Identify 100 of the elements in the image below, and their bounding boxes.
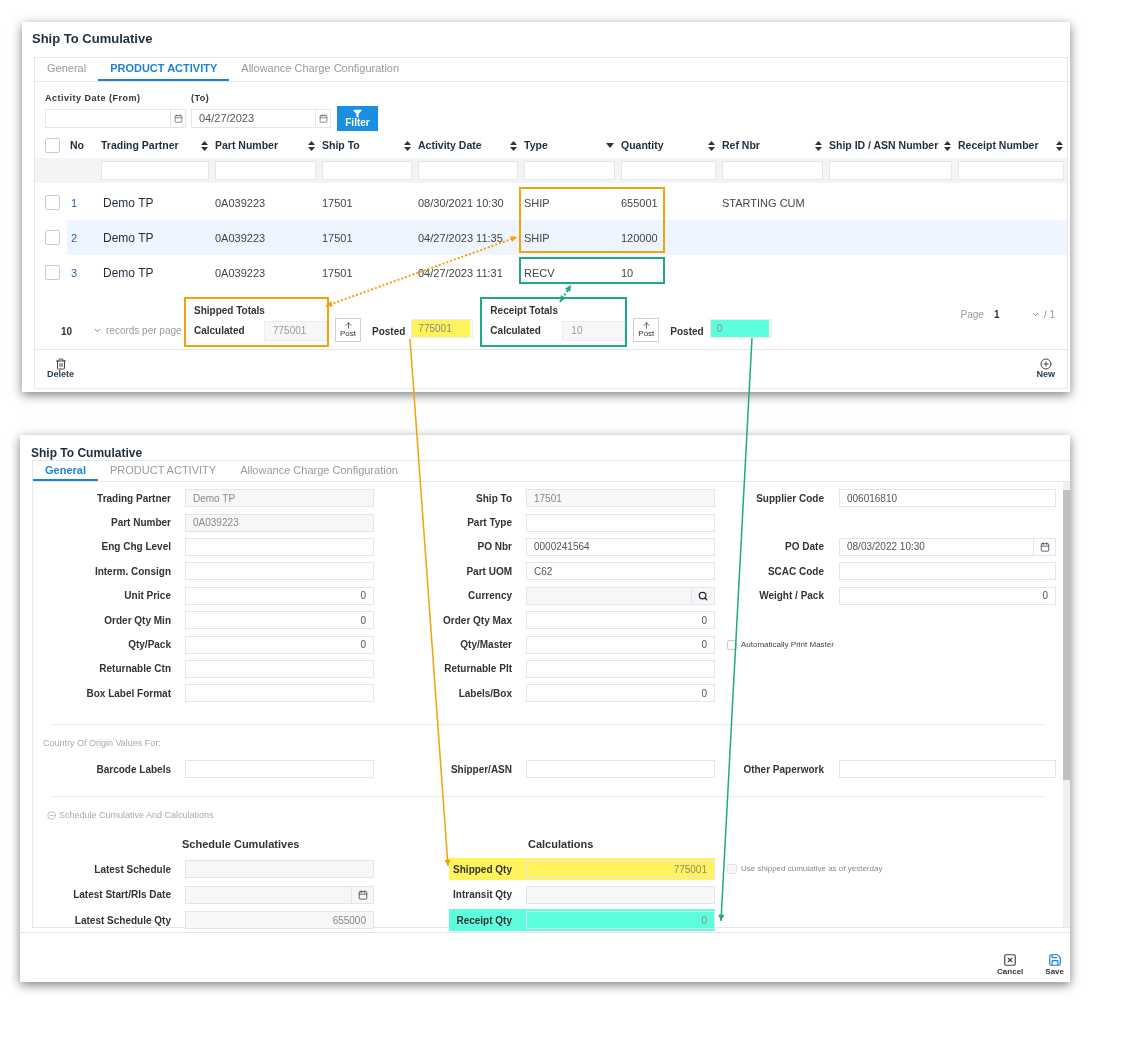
calculated-field: 10 bbox=[562, 320, 626, 341]
column-filter-field[interactable] bbox=[722, 160, 823, 180]
table-row[interactable]: 2 Demo TP 0A039223 17501 04/27/2023 11:35 SHIP 120000 bbox=[67, 219, 1067, 255]
column-filter-field[interactable] bbox=[322, 160, 412, 180]
page-size-label: records per page bbox=[106, 323, 183, 338]
caret-icon[interactable] bbox=[606, 143, 614, 148]
save-button[interactable]: Save bbox=[1045, 953, 1064, 976]
text-field[interactable]: 0 bbox=[526, 635, 715, 654]
text-field[interactable]: 0 bbox=[185, 586, 374, 605]
page-total: / 1 bbox=[1043, 307, 1055, 322]
calendar-icon[interactable] bbox=[318, 113, 328, 123]
column-header: Receipt Number bbox=[958, 137, 1039, 153]
table-cell-text: Demo TP bbox=[102, 196, 154, 210]
column-header: Ship ID / ASN Number bbox=[829, 137, 939, 153]
text-field[interactable] bbox=[185, 860, 374, 879]
field-label: Order Qty Max bbox=[442, 613, 512, 628]
checkbox[interactable] bbox=[727, 639, 737, 650]
sort-icon[interactable] bbox=[1056, 140, 1063, 151]
page-select[interactable]: 1 bbox=[993, 306, 1040, 322]
text-field[interactable]: 0 bbox=[526, 611, 715, 630]
cancel-icon bbox=[1003, 953, 1018, 967]
field-label: Eng Chg Level bbox=[100, 540, 171, 555]
checkbox[interactable] bbox=[45, 138, 60, 153]
calendar-icon[interactable] bbox=[1039, 541, 1050, 552]
text-field[interactable] bbox=[185, 659, 374, 678]
date-field[interactable]: 08/03/2022 10:30 bbox=[839, 537, 1056, 556]
text-field[interactable] bbox=[526, 760, 715, 778]
search-icon[interactable] bbox=[698, 590, 708, 601]
text-field[interactable]: 0 bbox=[185, 611, 374, 630]
sort-icon[interactable] bbox=[201, 140, 208, 151]
sort-icon[interactable] bbox=[708, 140, 715, 151]
text-field[interactable]: 0A039223 bbox=[185, 513, 374, 532]
text-field[interactable] bbox=[526, 513, 715, 532]
page-size-select[interactable]: 10 bbox=[61, 323, 93, 339]
lookup-field[interactable] bbox=[526, 586, 715, 605]
text-field[interactable]: 0 bbox=[526, 684, 715, 703]
text-field[interactable] bbox=[185, 562, 374, 581]
column-header: Trading Partner bbox=[101, 137, 179, 153]
checkbox[interactable] bbox=[45, 264, 60, 280]
post-button[interactable]: Post bbox=[335, 317, 361, 342]
field-label: Returnable Plt bbox=[443, 662, 512, 677]
text-field[interactable]: 0 bbox=[185, 635, 374, 654]
column-filter-field[interactable] bbox=[418, 160, 518, 180]
checkbox-label: Use shipped cumulative as of yesterday bbox=[741, 863, 883, 876]
text-field[interactable]: 17501 bbox=[526, 489, 715, 508]
text-field[interactable] bbox=[185, 684, 374, 703]
scrollbar[interactable] bbox=[1063, 482, 1070, 927]
arrow-up-icon bbox=[641, 321, 651, 330]
cancel-button[interactable]: Cancel bbox=[997, 953, 1024, 976]
date-field[interactable]: 04/27/2023 bbox=[191, 108, 331, 128]
text-field[interactable] bbox=[839, 760, 1056, 778]
text-field[interactable] bbox=[185, 760, 374, 778]
column-filter-field[interactable] bbox=[621, 160, 716, 180]
tab[interactable]: PRODUCT ACTIVITY bbox=[98, 58, 230, 81]
tab[interactable]: General bbox=[33, 461, 98, 481]
sort-icon[interactable] bbox=[510, 140, 517, 151]
column-filter-field[interactable] bbox=[524, 160, 615, 180]
table-cell: STARTING CUM bbox=[722, 197, 805, 209]
field-label: PO Date bbox=[784, 540, 824, 555]
text-field[interactable]: 0 bbox=[839, 586, 1056, 605]
date-field[interactable] bbox=[185, 885, 374, 904]
text-field[interactable]: 006016810 bbox=[839, 489, 1056, 508]
table-cell: RECV bbox=[524, 267, 555, 279]
field-label: Labels/Box bbox=[457, 686, 512, 701]
column-filter-field[interactable] bbox=[215, 160, 316, 180]
sort-icon[interactable] bbox=[944, 140, 951, 151]
date-field[interactable] bbox=[45, 108, 186, 128]
text-field[interactable] bbox=[185, 537, 374, 556]
new-button[interactable]: New bbox=[1036, 358, 1055, 380]
calendar-icon[interactable] bbox=[357, 889, 368, 900]
sort-icon[interactable] bbox=[308, 140, 315, 151]
text-field[interactable]: C62 bbox=[526, 562, 715, 581]
column-header: Ref Nbr bbox=[722, 137, 760, 153]
column-header: No bbox=[70, 137, 84, 153]
checkbox[interactable] bbox=[45, 229, 60, 245]
field-label: Unit Price bbox=[123, 589, 171, 604]
field-label: Other Paperwork bbox=[742, 762, 824, 777]
checkbox[interactable] bbox=[45, 194, 60, 210]
text-field[interactable] bbox=[526, 885, 715, 904]
field-label: Calculated bbox=[490, 324, 541, 338]
text-field[interactable]: 0000241564 bbox=[526, 537, 715, 556]
text-field[interactable] bbox=[839, 562, 1056, 581]
table-cell: SHIP bbox=[524, 232, 550, 244]
text-field[interactable]: Demo TP bbox=[185, 489, 374, 508]
sort-icon[interactable] bbox=[404, 140, 411, 151]
section-header: Schedule Cumulatives bbox=[182, 837, 300, 850]
sort-icon[interactable] bbox=[815, 140, 822, 151]
table-cell: 08/30/2021 10:30 bbox=[418, 197, 504, 209]
delete-button[interactable]: Delete bbox=[47, 358, 74, 380]
post-button[interactable]: Post bbox=[633, 317, 660, 342]
field-label: Part Type bbox=[466, 516, 512, 531]
filter-button[interactable]: Filter bbox=[337, 105, 378, 131]
column-filter-field[interactable] bbox=[958, 160, 1064, 180]
table-cell: 2 bbox=[70, 232, 78, 244]
text-field[interactable] bbox=[526, 659, 715, 678]
text-field[interactable]: 655000 bbox=[185, 911, 374, 930]
column-filter-field[interactable] bbox=[829, 160, 952, 180]
table-cell: 04/27/2023 11:31 bbox=[418, 267, 503, 279]
calendar-icon[interactable] bbox=[173, 113, 183, 123]
column-filter-field[interactable] bbox=[101, 160, 209, 180]
